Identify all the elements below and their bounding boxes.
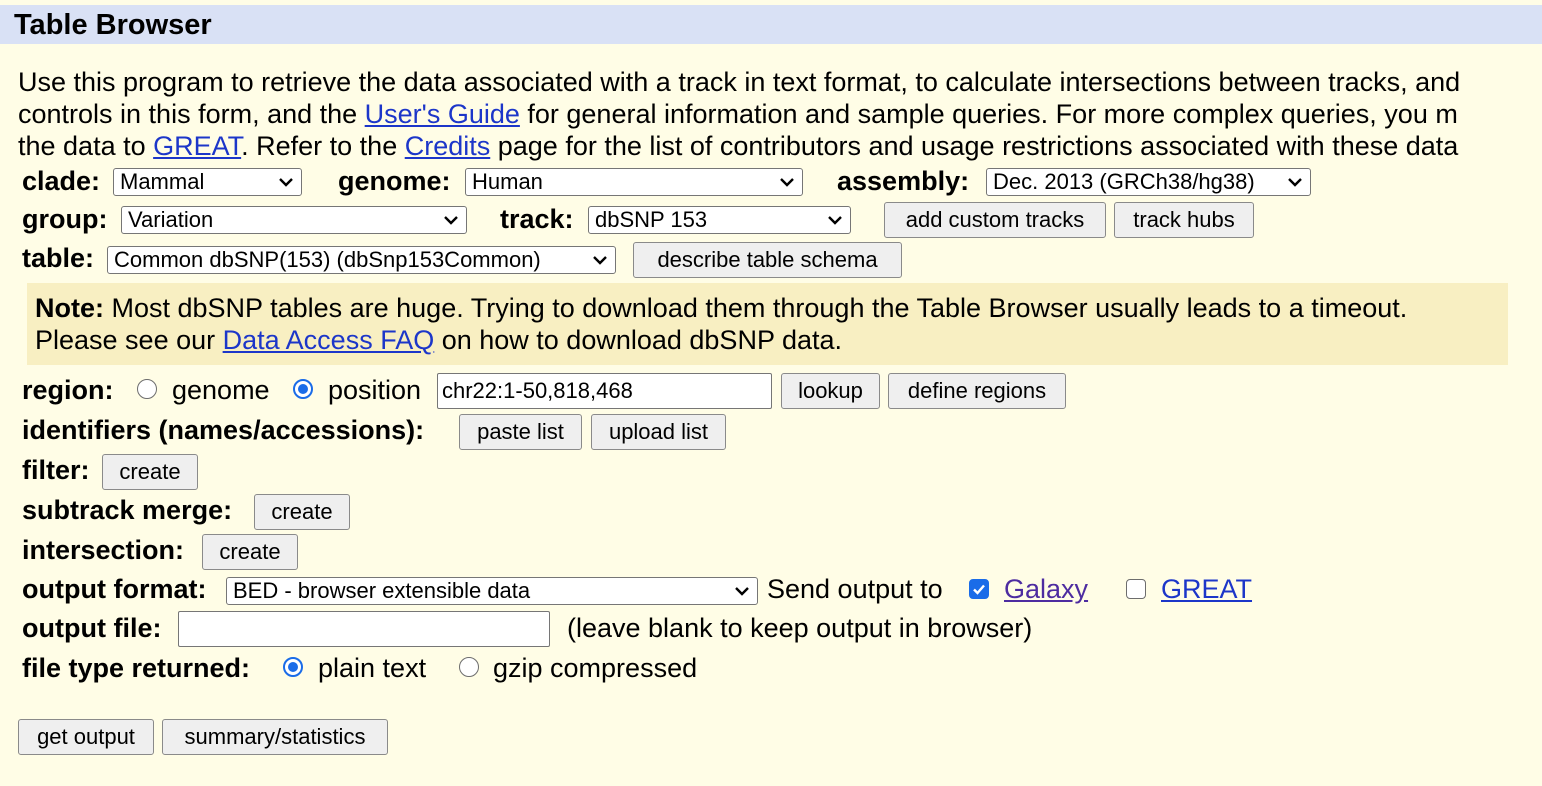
track-select[interactable]: dbSNP 153 (588, 206, 851, 234)
track-label: track: (500, 204, 574, 234)
table-select[interactable]: Common dbSNP(153) (dbSnp153Common) (107, 246, 616, 274)
chevron-down-icon (593, 256, 607, 265)
group-label: group: (22, 204, 108, 234)
genome-select[interactable]: Human (465, 168, 803, 196)
output-file-hint: (leave blank to keep output in browser) (567, 613, 1033, 643)
checkmark-icon (973, 584, 985, 595)
file-type-plain-label: plain text (318, 653, 427, 683)
chevron-down-icon (1288, 178, 1302, 187)
clade-label: clade: (22, 166, 101, 196)
track-hubs-button[interactable]: track hubs (1114, 202, 1254, 238)
great-output-link[interactable]: GREAT (1161, 573, 1252, 605)
file-type-plain-radio[interactable] (283, 657, 303, 677)
data-access-faq-link[interactable]: Data Access FAQ (223, 325, 435, 355)
assembly-select[interactable]: Dec. 2013 (GRCh38/hg38) (986, 168, 1311, 196)
intro-line-3: the data to GREAT. Refer to the Credits … (18, 131, 1459, 161)
title-bar: Table Browser (0, 5, 1542, 44)
region-genome-label: genome (172, 375, 270, 405)
great-link[interactable]: GREAT (153, 131, 241, 161)
output-format-select[interactable]: BED - browser extensible data (226, 577, 758, 605)
chevron-down-icon (444, 216, 458, 225)
clade-select[interactable]: Mammal (113, 168, 302, 196)
intro-line-1: Use this program to retrieve the data as… (18, 67, 1461, 97)
filter-label: filter: (22, 455, 90, 485)
region-genome-radio[interactable] (137, 379, 157, 399)
output-format-label: output format: (22, 574, 207, 604)
intro-text: Use this program to retrieve the data as… (18, 66, 1542, 162)
intersection-create-button[interactable]: create (202, 534, 298, 570)
get-output-button[interactable]: get output (18, 719, 154, 755)
region-position-radio[interactable] (293, 379, 313, 399)
galaxy-link[interactable]: Galaxy (1004, 573, 1088, 605)
lookup-button[interactable]: lookup (781, 373, 880, 409)
chevron-down-icon (279, 178, 293, 187)
galaxy-checkbox[interactable] (969, 579, 989, 599)
subtrack-merge-label: subtrack merge: (22, 495, 233, 525)
output-file-input[interactable] (178, 611, 550, 647)
paste-list-button[interactable]: paste list (459, 414, 582, 450)
intersection-label: intersection: (22, 535, 185, 565)
upload-list-button[interactable]: upload list (591, 414, 726, 450)
chevron-down-icon (828, 216, 842, 225)
great-checkbox[interactable] (1126, 579, 1146, 599)
credits-link[interactable]: Credits (405, 131, 491, 161)
region-label: region: (22, 375, 114, 405)
output-file-label: output file: (22, 613, 162, 643)
assembly-label: assembly: (837, 166, 970, 196)
summary-statistics-button[interactable]: summary/statistics (162, 719, 388, 755)
table-label: table: (22, 243, 95, 273)
send-output-to-label: Send output to (767, 574, 943, 604)
file-type-gzip-radio[interactable] (459, 657, 479, 677)
chevron-down-icon (780, 178, 794, 187)
file-type-gzip-label: gzip compressed (493, 653, 698, 683)
users-guide-link[interactable]: User's Guide (365, 99, 520, 129)
note-line-2: Please see our Data Access FAQ on how to… (35, 325, 843, 355)
file-type-label: file type returned: (22, 653, 251, 683)
add-custom-tracks-button[interactable]: add custom tracks (884, 202, 1106, 238)
page-title: Table Browser (14, 9, 212, 41)
filter-create-button[interactable]: create (102, 454, 198, 490)
identifiers-label: identifiers (names/accessions): (22, 415, 425, 445)
position-input[interactable]: chr22:1-50,818,468 (437, 373, 772, 409)
group-select[interactable]: Variation (121, 206, 467, 234)
intro-line-2: controls in this form, and the User's Gu… (18, 99, 1458, 129)
region-position-label: position (328, 375, 422, 405)
genome-label: genome: (338, 166, 451, 196)
note-line-1: Note: Most dbSNP tables are huge. Trying… (35, 293, 1408, 323)
define-regions-button[interactable]: define regions (888, 373, 1066, 409)
describe-table-schema-button[interactable]: describe table schema (633, 242, 902, 278)
dbsnp-note: Note: Most dbSNP tables are huge. Trying… (27, 283, 1508, 365)
chevron-down-icon (735, 587, 749, 596)
subtrack-merge-create-button[interactable]: create (254, 494, 350, 530)
